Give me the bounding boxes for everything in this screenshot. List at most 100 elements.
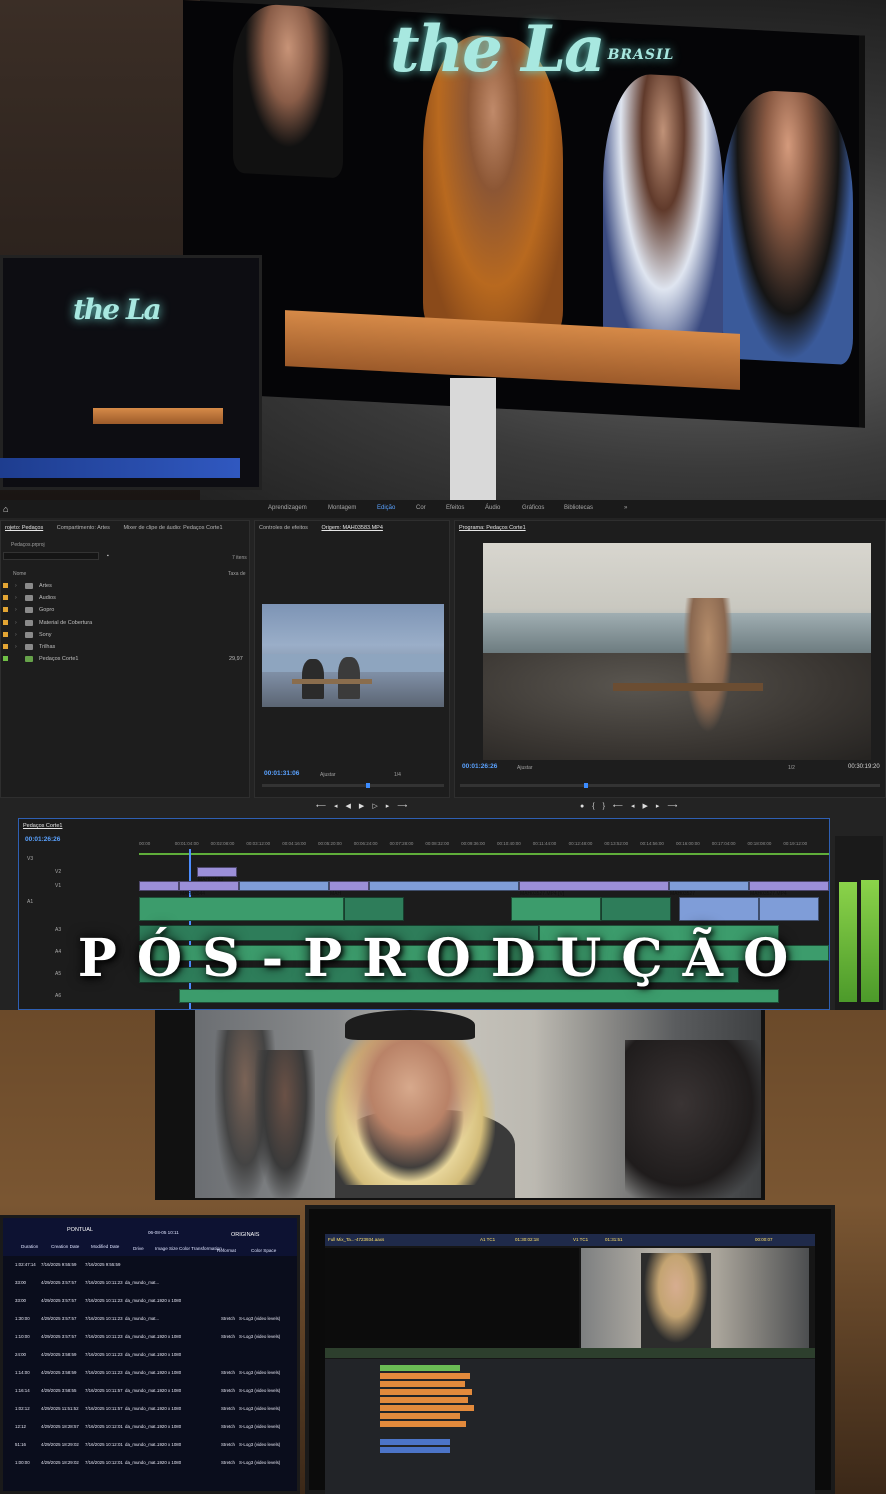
editor-clip[interactable] bbox=[380, 1373, 470, 1379]
program-scrubber[interactable] bbox=[460, 783, 880, 788]
timeline-clip[interactable]: MAH03527 bbox=[669, 881, 749, 897]
disclosure-arrow-icon[interactable]: › bbox=[15, 641, 17, 653]
disclosure-arrow-icon[interactable]: › bbox=[15, 580, 17, 592]
workspace-tab-montagem[interactable]: Montagem bbox=[328, 505, 356, 511]
col-drive[interactable]: Drive bbox=[133, 1246, 144, 1251]
media-list-row[interactable]: 1:16:14 4/29/2025 3:58:55 7/16/2025 10:11:… bbox=[7, 1388, 297, 1397]
disclosure-arrow-icon[interactable]: › bbox=[15, 604, 17, 616]
audio-clip[interactable] bbox=[511, 897, 601, 921]
timeline-clip[interactable] bbox=[369, 881, 519, 891]
media-list-row[interactable]: 1:02:12 4/29/2025 11:51:52 7/16/2025 10:11… bbox=[7, 1406, 297, 1415]
editor-audio-clip[interactable] bbox=[380, 1447, 450, 1453]
disclosure-arrow-icon[interactable]: › bbox=[15, 617, 17, 629]
media-list-row[interactable]: 1:30:00 4/29/2025 3:57:57 7/16/2025 10:11:… bbox=[7, 1316, 297, 1325]
timeline-clip[interactable]: MAH03044 bbox=[179, 881, 239, 897]
audio-clip[interactable] bbox=[139, 897, 344, 921]
project-file-label[interactable]: Full Mix_Ta...-4723934.aaxs bbox=[328, 1237, 384, 1242]
workspace-tab-cor[interactable]: Cor bbox=[416, 505, 426, 511]
track-v1-label[interactable]: V1 bbox=[55, 883, 61, 889]
editor-ruler[interactable] bbox=[325, 1348, 815, 1358]
timeline-clip[interactable] bbox=[239, 881, 329, 891]
tab-project[interactable]: rojeto: Pedaços bbox=[5, 525, 43, 531]
folder-icon[interactable]: ▪ bbox=[107, 553, 109, 559]
col-color-space[interactable]: Color Space bbox=[251, 1248, 276, 1253]
tab-effect-controls[interactable]: Controles de efeitos bbox=[259, 525, 308, 531]
audio-clip[interactable] bbox=[759, 897, 819, 921]
track-a1-label[interactable]: A1 bbox=[27, 899, 33, 905]
media-list-row[interactable]: 33:00 4/29/2025 3:57:57 7/16/2025 10:11:23… bbox=[7, 1298, 297, 1307]
workspace-tab-edicao[interactable]: Edição bbox=[377, 505, 395, 511]
col-name-header[interactable]: Nome bbox=[13, 571, 26, 577]
audio-clip[interactable] bbox=[601, 897, 671, 921]
program-fit-dropdown[interactable]: Ajustar bbox=[517, 765, 533, 771]
col-creation-date[interactable]: Creation Date bbox=[51, 1244, 79, 1249]
home-icon[interactable]: ⌂ bbox=[3, 504, 8, 514]
col-color-transformation[interactable]: Color Transformation bbox=[179, 1246, 222, 1251]
audio-clip[interactable] bbox=[344, 897, 404, 921]
timeline-timecode[interactable]: 00:01:26:26 bbox=[25, 836, 60, 843]
project-search-input[interactable] bbox=[3, 552, 99, 560]
column-group-originais[interactable]: ORIGINAIS bbox=[231, 1232, 259, 1238]
col-rate-header[interactable]: Taxa de bbox=[228, 571, 246, 577]
media-list-row[interactable]: 1:02:47:14 7/16/2025 9:55:59 7/16/2025 9:5… bbox=[7, 1262, 297, 1271]
source-resolution[interactable]: 1/4 bbox=[394, 772, 401, 778]
media-list-row[interactable]: 1:00:00 4/29/2025 18:29:02 7/16/2025 10:12… bbox=[7, 1460, 297, 1469]
editor-clip[interactable] bbox=[380, 1397, 468, 1403]
workspace-tab-efeitos[interactable]: Efeitos bbox=[446, 505, 464, 511]
workspace-tab-bibliotecas[interactable]: Bibliotecas bbox=[564, 505, 593, 511]
disclosure-arrow-icon[interactable]: › bbox=[15, 592, 17, 604]
project-item[interactable]: › Gopro bbox=[1, 604, 249, 616]
audio-clip[interactable] bbox=[179, 989, 779, 1003]
editor-clip[interactable] bbox=[380, 1365, 460, 1371]
source-scrubber[interactable] bbox=[262, 783, 444, 788]
workspace-tab-audio[interactable]: Áudio bbox=[485, 505, 500, 511]
editor-clip[interactable] bbox=[380, 1413, 460, 1419]
work-area-bar[interactable] bbox=[139, 853, 829, 855]
project-item[interactable]: › Trilhas bbox=[1, 641, 249, 653]
program-transport-controls[interactable]: ●{}⟵◂▶▸⟶ bbox=[580, 802, 685, 810]
more-workspaces-icon[interactable]: » bbox=[624, 505, 627, 511]
program-resolution[interactable]: 1/2 bbox=[788, 765, 795, 771]
editor-clip[interactable] bbox=[380, 1405, 474, 1411]
editor-audio-clip[interactable] bbox=[380, 1439, 450, 1445]
col-reformat[interactable]: Reformat bbox=[217, 1248, 236, 1253]
editor-clip[interactable] bbox=[380, 1421, 466, 1427]
source-fit-dropdown[interactable]: Ajustar bbox=[320, 772, 336, 778]
workspace-tab-graficos[interactable]: Gráficos bbox=[522, 505, 544, 511]
track-a6-label[interactable]: A6 bbox=[55, 993, 61, 999]
media-list-row[interactable]: 24:00 4/29/2025 3:58:59 7/16/2025 10:11:23… bbox=[7, 1352, 297, 1361]
timeline-clip[interactable]: MAH03527.MP4 bbox=[749, 881, 829, 897]
media-list-row[interactable]: 51:16 4/29/2025 18:29:02 7/16/2025 10:12:0… bbox=[7, 1442, 297, 1451]
tab-source[interactable]: Origem: MAH03583.MP4 bbox=[321, 525, 382, 531]
project-item[interactable]: › Audios bbox=[1, 592, 249, 604]
audio-clip[interactable] bbox=[679, 897, 759, 921]
editor-clip[interactable] bbox=[380, 1389, 472, 1395]
media-list-row[interactable]: 33:00 4/29/2025 3:57:57 7/16/2025 10:11:23… bbox=[7, 1280, 297, 1289]
timeline-clip[interactable]: MAH03527.MP4 [V] bbox=[519, 881, 669, 897]
media-list-row[interactable]: 12:12 4/29/2025 18:28:57 7/16/2025 10:12:0… bbox=[7, 1424, 297, 1433]
col-image-size[interactable]: Image Size bbox=[155, 1246, 178, 1251]
tab-bin[interactable]: Compartimento: Artes bbox=[57, 525, 110, 531]
tab-program[interactable]: Programa: Pedaços Corte1 bbox=[459, 525, 526, 531]
timeline-clip[interactable] bbox=[139, 881, 179, 891]
timeline-clip[interactable]: MAH bbox=[329, 881, 369, 897]
source-transport-controls[interactable]: ⟵◂◀▶▷▸⟶ bbox=[316, 802, 415, 810]
project-item[interactable]: Pedaços Corte1 29,97 bbox=[1, 653, 249, 665]
track-v3-label[interactable]: V3 bbox=[27, 856, 33, 862]
program-timecode[interactable]: 00:01:26:26 bbox=[462, 763, 497, 770]
media-list-row[interactable]: 1:14:00 4/29/2025 3:58:59 7/16/2025 10:11:… bbox=[7, 1370, 297, 1379]
project-item[interactable]: › Material de Cobertura bbox=[1, 617, 249, 629]
project-item[interactable]: › Artes bbox=[1, 580, 249, 592]
disclosure-arrow-icon[interactable]: › bbox=[15, 629, 17, 641]
tab-sequence[interactable]: Pedaços Corte1 bbox=[23, 823, 62, 829]
col-duration[interactable]: Duration bbox=[21, 1244, 38, 1249]
col-modified-date[interactable]: Modified Date bbox=[91, 1244, 119, 1249]
workspace-tab-aprendizagem[interactable]: Aprendizagem bbox=[268, 505, 307, 511]
source-timecode[interactable]: 00:01:31:06 bbox=[264, 770, 299, 777]
time-ruler[interactable]: 00:00 00:01:04:00 00:02:08:00 00:03:12:00 00… bbox=[139, 841, 829, 853]
column-group-pontual[interactable]: PONTUAL bbox=[67, 1227, 93, 1233]
track-v2-label[interactable]: V2 bbox=[55, 869, 61, 875]
project-item[interactable]: › Sony bbox=[1, 629, 249, 641]
editor-clip[interactable] bbox=[380, 1381, 465, 1387]
media-list-row[interactable]: 1:10:00 4/29/2025 3:57:57 7/16/2025 10:11:… bbox=[7, 1334, 297, 1343]
